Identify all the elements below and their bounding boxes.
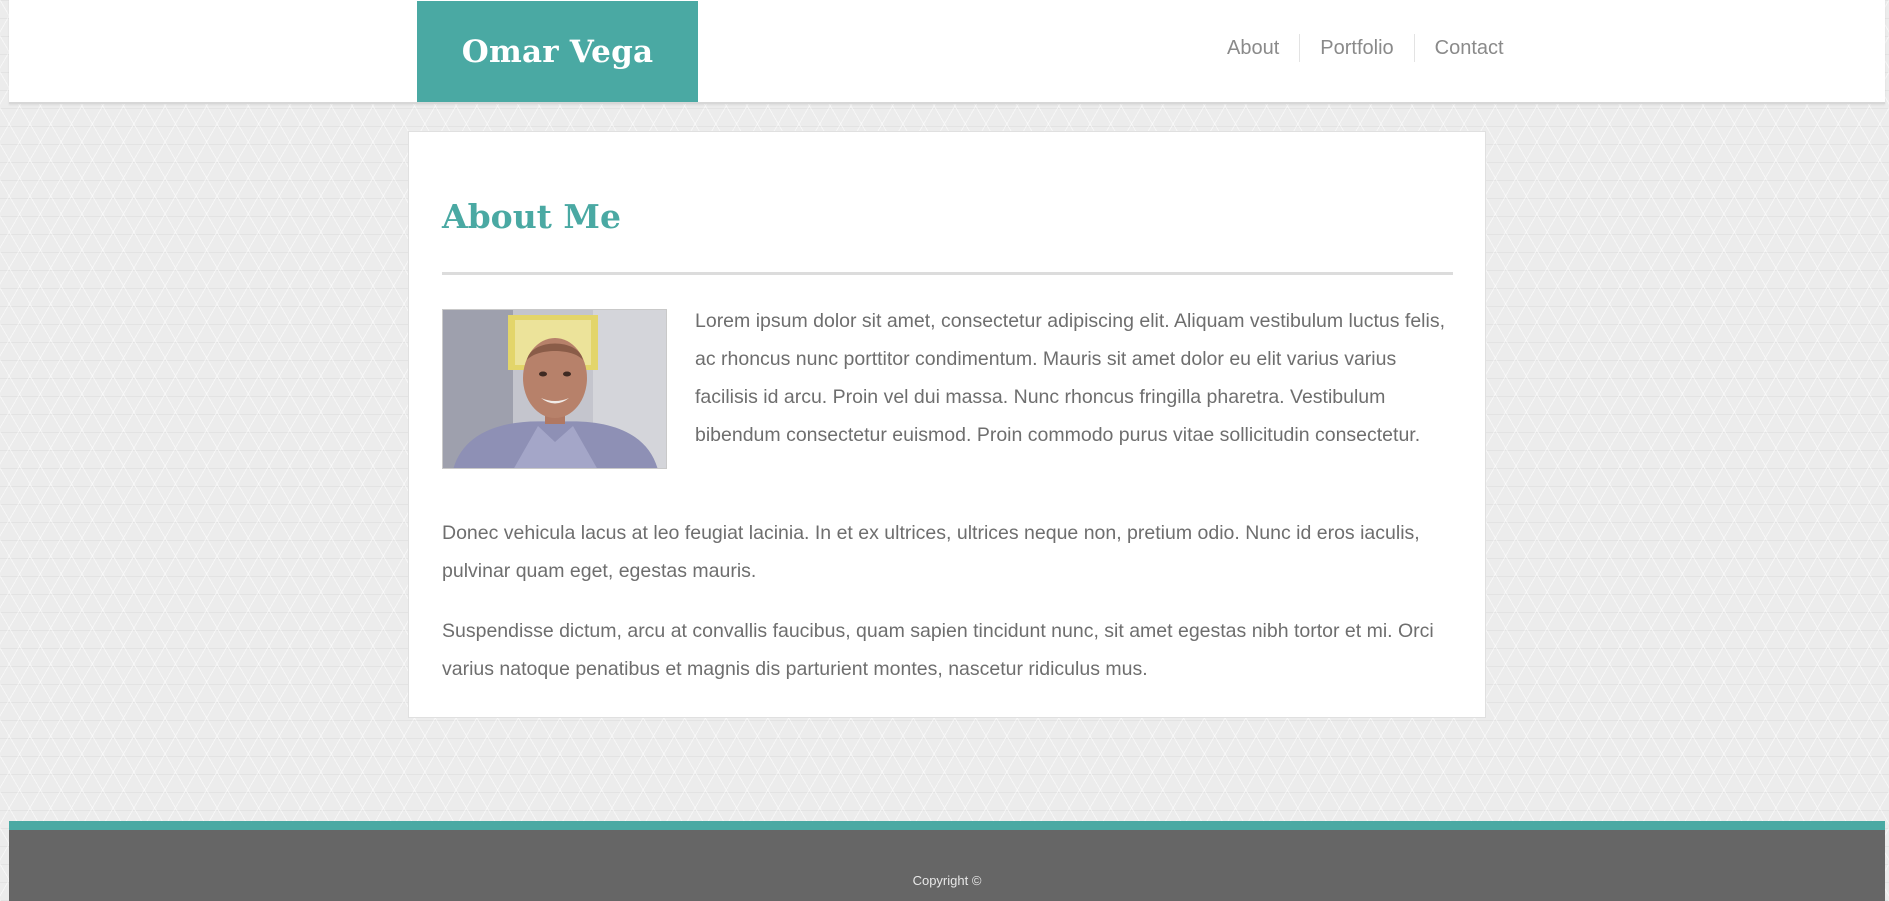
about-paragraph: Suspendisse dictum, arcu at convallis fa… [442, 620, 1434, 680]
profile-photo [442, 309, 667, 469]
about-card: About Me Lorem ipsum dolor sit amet, con… [408, 131, 1486, 718]
site-header: Omar Vega About Portfolio Contact [9, 0, 1885, 104]
footer-accent-bar [9, 821, 1885, 830]
site-title: Omar Vega [461, 33, 654, 70]
main-nav: About Portfolio Contact [1211, 34, 1524, 62]
site-logo[interactable]: Omar Vega [417, 1, 698, 102]
title-divider [442, 272, 1453, 275]
nav-link-portfolio[interactable]: Portfolio [1299, 34, 1413, 62]
copyright-text: Copyright © [912, 873, 982, 888]
about-paragraph: Lorem ipsum dolor sit amet, consectetur … [695, 310, 1445, 446]
nav-link-about[interactable]: About [1211, 34, 1299, 62]
page: Omar Vega About Portfolio Contact About … [9, 0, 1885, 901]
nav-link-contact[interactable]: Contact [1413, 34, 1524, 62]
about-paragraph: Donec vehicula lacus at leo feugiat laci… [442, 522, 1420, 582]
page-title: About Me [442, 197, 621, 236]
site-footer: Copyright © [9, 830, 1885, 901]
